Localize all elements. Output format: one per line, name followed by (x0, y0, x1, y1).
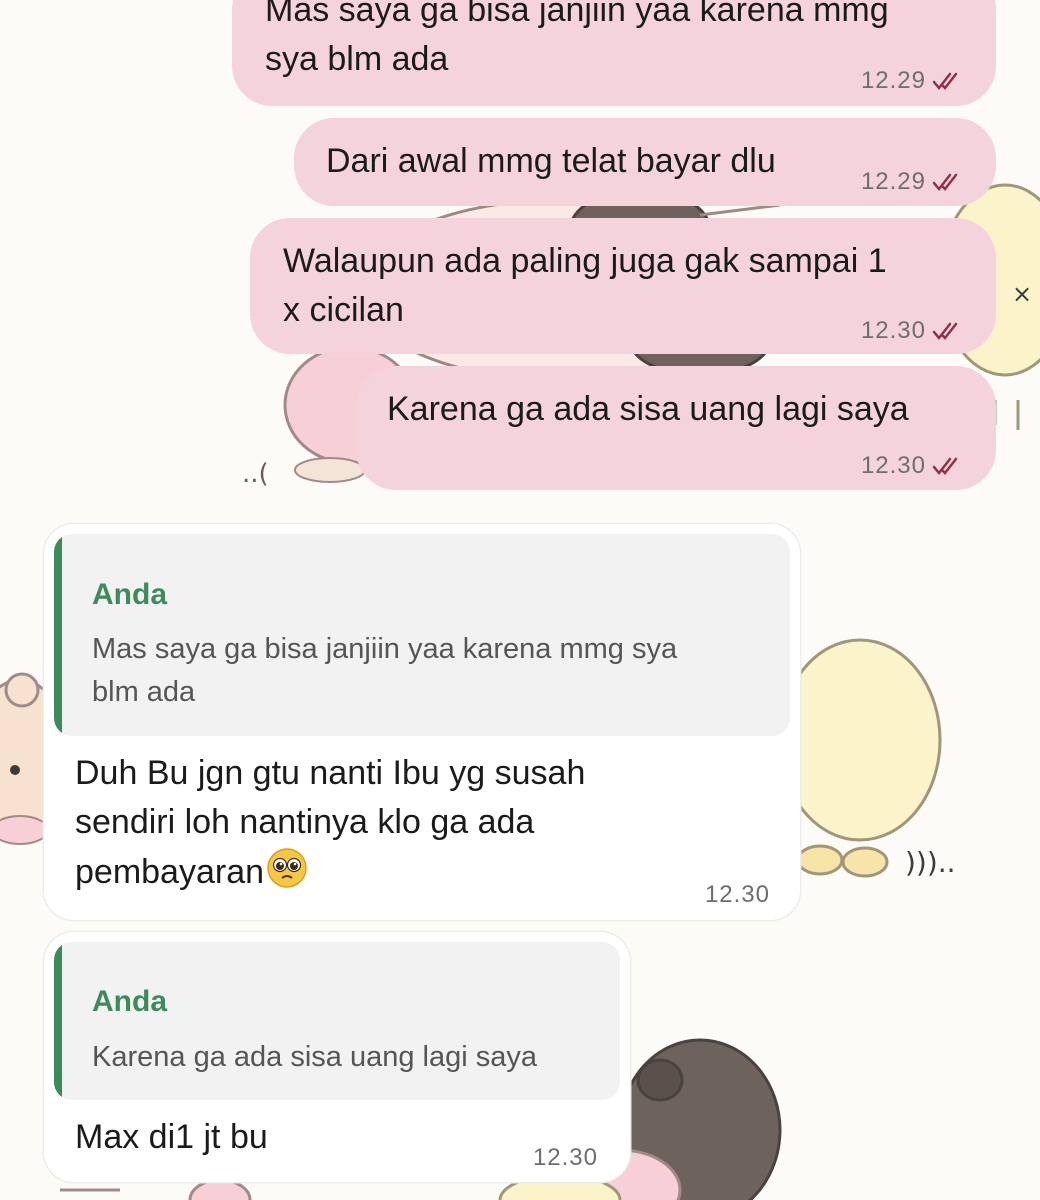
message-time: 12.30 (704, 881, 770, 908)
message-time: 12.29 (860, 67, 926, 94)
read-double-tick-icon (932, 173, 958, 191)
quoted-message[interactable]: Anda Mas saya ga bisa janjiin yaa karena… (54, 534, 790, 736)
read-double-tick-icon (932, 457, 958, 475)
svg-text:×: × (1012, 280, 1032, 308)
message-meta: 12.30 (861, 317, 962, 345)
quote-author: Anda (92, 985, 167, 1018)
quote-accent-bar (54, 942, 62, 1100)
outgoing-message-bubble[interactable]: Walaupun ada paling juga gak sampai 1 x … (250, 218, 996, 354)
message-text: Duh Bu jgn gtu nanti Ibu yg susah sendir… (75, 749, 735, 897)
message-meta: 12.30 (705, 881, 770, 909)
message-time: 12.30 (532, 1144, 598, 1171)
message-text: Karena ga ada sisa uang lagi saya (387, 390, 909, 428)
incoming-message-bubble[interactable]: Anda Karena ga ada sisa uang lagi saya M… (44, 932, 630, 1182)
quote-accent-bar (54, 534, 62, 736)
message-time: 12.29 (860, 168, 926, 195)
message-time: 12.30 (860, 452, 926, 479)
quoted-message[interactable]: Anda Karena ga ada sisa uang lagi saya (54, 942, 620, 1100)
message-meta: 12.30 (861, 452, 962, 480)
message-text-content: Duh Bu jgn gtu nanti Ibu yg susah sendir… (75, 754, 586, 891)
incoming-message-bubble[interactable]: Anda Mas saya ga bisa janjiin yaa karena… (44, 524, 800, 920)
quote-author: Anda (92, 578, 167, 611)
outgoing-message-bubble[interactable]: Dari awal mmg telat bayar dlu 12.29 (294, 118, 996, 206)
message-text: Dari awal mmg telat bayar dlu (326, 142, 776, 180)
svg-text:..(: ..( (242, 459, 269, 489)
message-meta: 12.29 (861, 168, 962, 196)
quote-text: Karena ga ada sisa uang lagi saya (92, 1041, 537, 1073)
svg-text:)))..: ))).. (905, 846, 956, 879)
outgoing-message-bubble[interactable]: Mas saya ga bisa janjiin yaa karena mmg … (232, 0, 996, 106)
read-double-tick-icon (932, 322, 958, 340)
message-text: Max di1 jt bu (75, 1118, 268, 1156)
message-time: 12.30 (860, 317, 926, 344)
outgoing-message-bubble[interactable]: Karena ga ada sisa uang lagi saya 12.30 (356, 366, 996, 490)
message-meta: 12.29 (861, 67, 962, 95)
message-meta: 12.30 (533, 1144, 598, 1172)
read-double-tick-icon (932, 72, 958, 90)
pleading-face-icon (267, 848, 307, 888)
quote-text: Mas saya ga bisa janjiin yaa karena mmg … (92, 633, 678, 708)
